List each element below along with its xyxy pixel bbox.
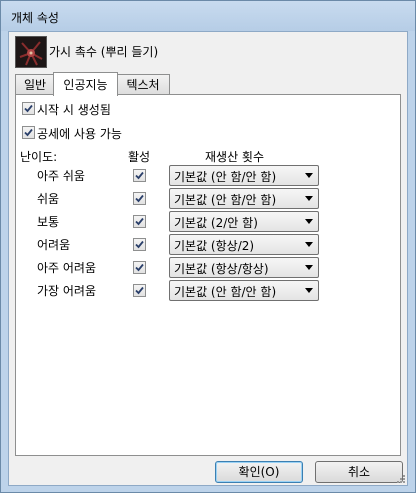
dialog-body: 가시 촉수 (뿌리 들기) 일반 인공지능 텍스처 시작 시 생성됨 공세에 사…	[8, 31, 408, 486]
respawn-header: 재생산 횟수	[205, 150, 265, 164]
tab-general-label: 일반	[23, 78, 47, 92]
respawn-dropdown[interactable]: 기본값 (안 함/안 함)	[169, 280, 319, 301]
checkmark-icon	[135, 263, 144, 272]
difficulty-header: 난이도:	[20, 150, 58, 164]
dropdown-arrow-icon	[305, 242, 313, 247]
active-checkbox[interactable]	[133, 261, 146, 274]
attack-usable-checkbox[interactable]	[22, 126, 35, 139]
active-checkbox[interactable]	[133, 192, 146, 205]
dropdown-arrow-icon	[305, 173, 313, 178]
attack-usable-label: 공세에 사용 가능	[37, 127, 122, 141]
dropdown-arrow-icon	[305, 265, 313, 270]
checkmark-icon	[135, 217, 144, 226]
checkmark-icon	[24, 104, 33, 113]
active-header: 활성	[128, 150, 151, 164]
checkmark-icon	[135, 240, 144, 249]
difficulty-label: 보통	[37, 215, 60, 229]
spawn-on-start-checkbox[interactable]	[22, 102, 35, 115]
respawn-dropdown[interactable]: 기본값 (항상/2)	[169, 234, 319, 255]
difficulty-label: 어려움	[37, 238, 71, 252]
title-bar[interactable]: 개체 속성	[1, 1, 415, 31]
dropdown-arrow-icon	[305, 219, 313, 224]
ok-button-label: 확인(O)	[238, 465, 280, 479]
active-checkbox[interactable]	[133, 238, 146, 251]
spawn-on-start-label: 시작 시 생성됨	[37, 103, 111, 117]
difficulty-label: 아주 어려움	[37, 261, 97, 275]
respawn-dropdown[interactable]: 기본값 (안 함/안 함)	[169, 188, 319, 209]
ok-button[interactable]: 확인(O)	[215, 461, 303, 483]
active-checkbox[interactable]	[133, 215, 146, 228]
checkmark-icon	[24, 128, 33, 137]
active-checkbox[interactable]	[133, 169, 146, 182]
object-name: 가시 촉수 (뿌리 들기)	[49, 45, 159, 59]
respawn-value: 기본값 (항상/항상)	[174, 262, 269, 276]
difficulty-label: 쉬움	[37, 192, 60, 206]
dropdown-arrow-icon	[305, 288, 313, 293]
window-title: 개체 속성	[11, 11, 59, 25]
cancel-button-label: 취소	[347, 465, 371, 479]
dropdown-arrow-icon	[305, 196, 313, 201]
ai-tab-panel: 시작 시 생성됨 공세에 사용 가능 난이도: 활성 재생산 횟수 아주 쉬움 …	[15, 94, 401, 456]
difficulty-label: 아주 쉬움	[37, 169, 85, 183]
respawn-value: 기본값 (항상/2)	[174, 239, 255, 253]
tab-texture-label: 텍스처	[126, 78, 160, 92]
respawn-value: 기본값 (2/안 함)	[174, 216, 258, 230]
difficulty-label: 가장 어려움	[37, 284, 97, 298]
cancel-button[interactable]: 취소	[315, 461, 403, 483]
properties-window: 개체 속성 가시 촉수 (뿌리 들기) 일반 인공지능 텍스처 시작 시 생성됨	[0, 0, 416, 493]
resize-grip-icon[interactable]	[395, 473, 405, 483]
active-checkbox[interactable]	[133, 284, 146, 297]
checkmark-icon	[135, 286, 144, 295]
tab-ai[interactable]: 인공지능	[53, 72, 118, 96]
checkmark-icon	[135, 194, 144, 203]
tab-texture[interactable]: 텍스처	[116, 74, 170, 95]
respawn-dropdown[interactable]: 기본값 (항상/항상)	[169, 257, 319, 278]
tab-general[interactable]: 일반	[15, 74, 55, 95]
respawn-value: 기본값 (안 함/안 함)	[174, 193, 277, 207]
respawn-dropdown[interactable]: 기본값 (안 함/안 함)	[169, 165, 319, 186]
respawn-value: 기본값 (안 함/안 함)	[174, 285, 277, 299]
respawn-value: 기본값 (안 함/안 함)	[174, 170, 277, 184]
respawn-dropdown[interactable]: 기본값 (2/안 함)	[169, 211, 319, 232]
creature-thumbnail-icon	[15, 36, 47, 68]
checkmark-icon	[135, 171, 144, 180]
tab-ai-label: 인공지능	[63, 78, 108, 92]
